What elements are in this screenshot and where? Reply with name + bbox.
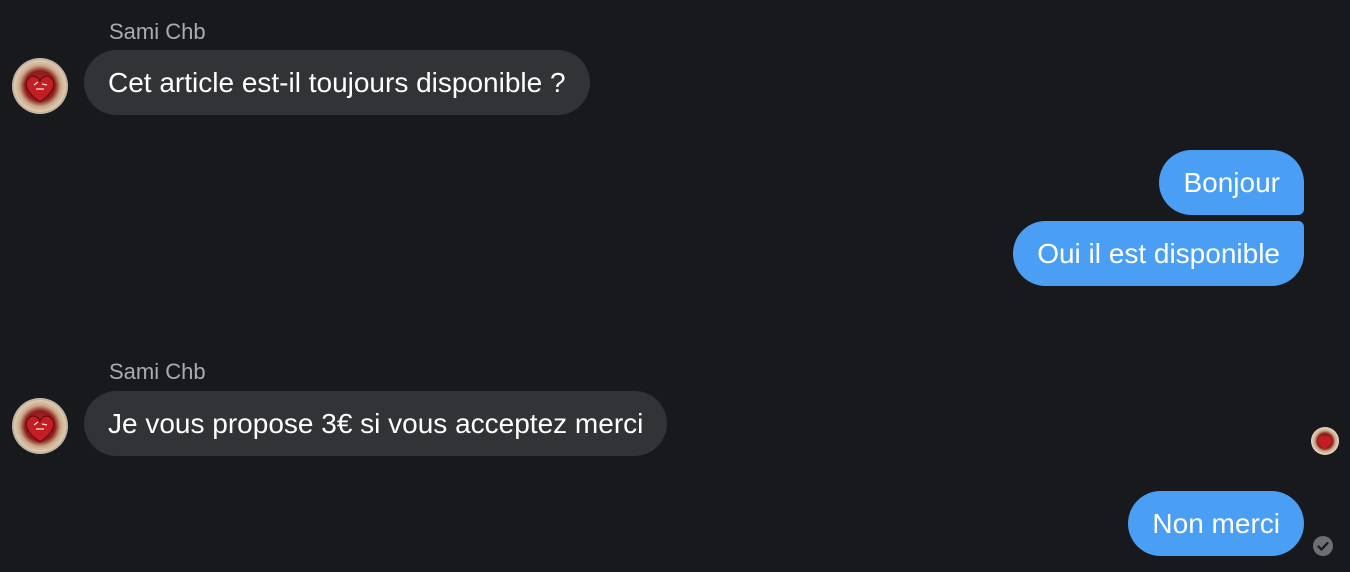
outgoing-message[interactable]: Non merci bbox=[1128, 491, 1304, 556]
sender-avatar[interactable] bbox=[12, 58, 68, 114]
heart-icon bbox=[25, 75, 55, 103]
check-circle-icon bbox=[1313, 536, 1333, 556]
heart-icon bbox=[25, 415, 55, 443]
outgoing-message[interactable]: Bonjour bbox=[1159, 150, 1304, 215]
sender-name: Sami Chb bbox=[109, 359, 206, 384]
sender-name: Sami Chb bbox=[109, 19, 206, 44]
incoming-message[interactable]: Cet article est-il toujours disponible ? bbox=[84, 50, 590, 115]
heart-icon bbox=[1318, 436, 1332, 449]
incoming-message[interactable]: Je vous propose 3€ si vous acceptez merc… bbox=[84, 391, 668, 456]
outgoing-message[interactable]: Oui il est disponible bbox=[1013, 221, 1304, 286]
sender-avatar[interactable] bbox=[12, 398, 68, 454]
read-receipt-avatar bbox=[1311, 427, 1339, 455]
